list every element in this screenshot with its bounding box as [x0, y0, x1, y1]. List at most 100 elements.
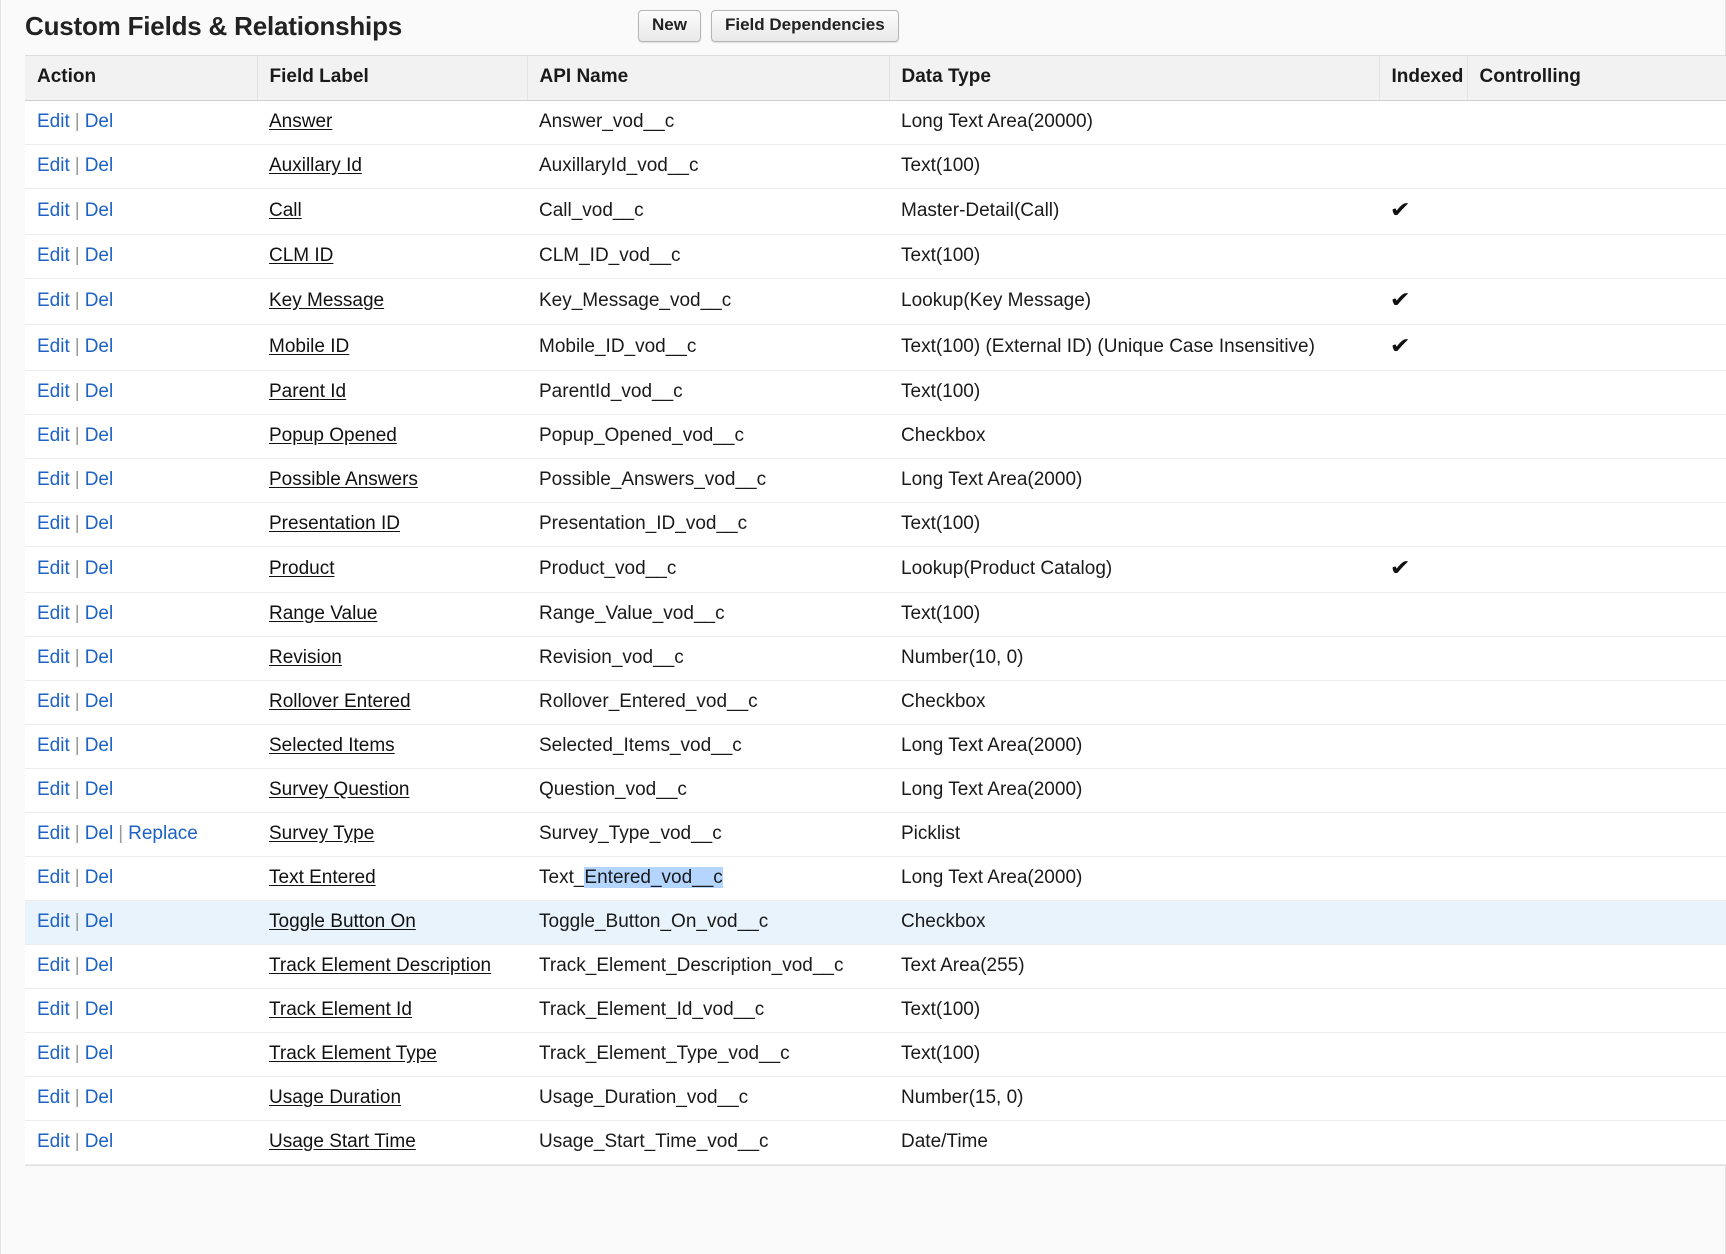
- field-label-link[interactable]: Text Entered: [269, 867, 376, 888]
- replace-link[interactable]: Replace: [128, 823, 198, 844]
- field-label-link[interactable]: Track Element Id: [269, 999, 412, 1020]
- table-row[interactable]: Edit | Del Mobile ID Mobile_ID_vod__c Text(10…: [25, 324, 1726, 371]
- delete-link[interactable]: Del: [85, 111, 114, 132]
- table-row[interactable]: Edit | Del Revision Revision_vod__c Number(10…: [25, 636, 1726, 681]
- table-row[interactable]: Edit | Del Selected Items Selected_Items_vod…: [25, 724, 1726, 769]
- table-row[interactable]: Edit | Del Track Element Id Track_Element_Id…: [25, 988, 1726, 1033]
- delete-link[interactable]: Del: [85, 955, 114, 976]
- field-label-link[interactable]: Survey Type: [269, 823, 374, 844]
- table-row[interactable]: Edit | Del Rollover Entered Rollover_Entered…: [25, 680, 1726, 725]
- field-label-link[interactable]: Rollover Entered: [269, 691, 411, 712]
- edit-link[interactable]: Edit: [37, 779, 70, 800]
- field-label-link[interactable]: Parent Id: [269, 381, 346, 402]
- field-label-link[interactable]: Track Element Type: [269, 1043, 437, 1064]
- delete-link[interactable]: Del: [85, 381, 114, 402]
- field-label-link[interactable]: Product: [269, 558, 334, 579]
- field-label-link[interactable]: Survey Question: [269, 779, 409, 800]
- delete-link[interactable]: Del: [85, 867, 114, 888]
- table-row[interactable]: Edit | Del Auxillary Id AuxillaryId_vod__c Te…: [25, 144, 1726, 189]
- edit-link[interactable]: Edit: [37, 200, 70, 221]
- delete-link[interactable]: Del: [85, 1043, 114, 1064]
- delete-link[interactable]: Del: [85, 336, 114, 357]
- field-label-link[interactable]: Selected Items: [269, 735, 395, 756]
- edit-link[interactable]: Edit: [37, 290, 70, 311]
- column-header-field-label[interactable]: Field Label: [257, 56, 528, 101]
- delete-link[interactable]: Del: [85, 603, 114, 624]
- column-header-action[interactable]: Action: [25, 56, 258, 101]
- table-row[interactable]: Edit | Del Toggle Button On Toggle_Button_On…: [25, 900, 1726, 945]
- table-row[interactable]: Edit | Del Product Product_vod__c Lookup(Prod…: [25, 546, 1726, 593]
- delete-link[interactable]: Del: [85, 469, 114, 490]
- table-row[interactable]: Edit | Del Call Call_vod__c Master-Detail(Cal…: [25, 188, 1726, 235]
- delete-link[interactable]: Del: [85, 290, 114, 311]
- field-label-link[interactable]: Key Message: [269, 290, 384, 311]
- edit-link[interactable]: Edit: [37, 1043, 70, 1064]
- edit-link[interactable]: Edit: [37, 911, 70, 932]
- delete-link[interactable]: Del: [85, 425, 114, 446]
- table-row[interactable]: Edit | Del Usage Start Time Usage_Start_Time…: [25, 1120, 1726, 1165]
- column-header-indexed[interactable]: Indexed: [1379, 56, 1468, 101]
- field-label-link[interactable]: Usage Start Time: [269, 1131, 416, 1152]
- field-label-link[interactable]: Mobile ID: [269, 336, 349, 357]
- edit-link[interactable]: Edit: [37, 336, 70, 357]
- delete-link[interactable]: Del: [85, 735, 114, 756]
- delete-link[interactable]: Del: [85, 245, 114, 266]
- delete-link[interactable]: Del: [85, 513, 114, 534]
- edit-link[interactable]: Edit: [37, 425, 70, 446]
- edit-link[interactable]: Edit: [37, 603, 70, 624]
- delete-link[interactable]: Del: [85, 999, 114, 1020]
- edit-link[interactable]: Edit: [37, 1131, 70, 1152]
- edit-link[interactable]: Edit: [37, 469, 70, 490]
- table-row[interactable]: Edit | Del Text Entered Text_Entered_vod__c L…: [25, 856, 1726, 901]
- edit-link[interactable]: Edit: [37, 867, 70, 888]
- table-row[interactable]: Edit | Del Track Element Description Track_E…: [25, 944, 1726, 989]
- table-row[interactable]: Edit | Del Key Message Key_Message_vod__c Loo…: [25, 278, 1726, 325]
- field-label-link[interactable]: Range Value: [269, 603, 377, 624]
- table-row[interactable]: Edit | Del CLM ID CLM_ID_vod__c Text(100): [25, 234, 1726, 279]
- edit-link[interactable]: Edit: [37, 955, 70, 976]
- delete-link[interactable]: Del: [85, 647, 114, 668]
- edit-link[interactable]: Edit: [37, 647, 70, 668]
- column-header-api-name[interactable]: API Name: [527, 56, 890, 101]
- delete-link[interactable]: Del: [85, 155, 114, 176]
- delete-link[interactable]: Del: [85, 911, 114, 932]
- edit-link[interactable]: Edit: [37, 155, 70, 176]
- field-label-link[interactable]: Usage Duration: [269, 1087, 401, 1108]
- field-label-link[interactable]: CLM ID: [269, 245, 333, 266]
- table-row[interactable]: Edit | Del Popup Opened Popup_Opened_vod__c C…: [25, 414, 1726, 459]
- table-row[interactable]: Edit | Del Presentation ID Presentation_ID_v…: [25, 502, 1726, 547]
- delete-link[interactable]: Del: [85, 823, 114, 844]
- delete-link[interactable]: Del: [85, 200, 114, 221]
- edit-link[interactable]: Edit: [37, 245, 70, 266]
- table-row[interactable]: Edit | Del Usage Duration Usage_Duration_vod…: [25, 1076, 1726, 1121]
- edit-link[interactable]: Edit: [37, 999, 70, 1020]
- table-row[interactable]: Edit | Del Track Element Type Track_Element_…: [25, 1032, 1726, 1077]
- delete-link[interactable]: Del: [85, 691, 114, 712]
- field-label-link[interactable]: Revision: [269, 647, 342, 668]
- table-row[interactable]: Edit | Del Answer Answer_vod__c Long Text Are…: [25, 100, 1726, 145]
- table-row[interactable]: Edit | Del Survey Question Question_vod__c Lo…: [25, 768, 1726, 813]
- field-label-link[interactable]: Call: [269, 200, 302, 221]
- column-header-controlling[interactable]: Controlling: [1467, 56, 1726, 101]
- table-row[interactable]: Edit | Del Possible Answers Possible_Answers…: [25, 458, 1726, 503]
- delete-link[interactable]: Del: [85, 1131, 114, 1152]
- table-row[interactable]: Edit | Del Range Value Range_Value_vod__c Tex…: [25, 592, 1726, 637]
- delete-link[interactable]: Del: [85, 558, 114, 579]
- field-label-link[interactable]: Track Element Description: [269, 955, 491, 976]
- edit-link[interactable]: Edit: [37, 513, 70, 534]
- field-label-link[interactable]: Toggle Button On: [269, 911, 416, 932]
- delete-link[interactable]: Del: [85, 779, 114, 800]
- new-button[interactable]: New: [638, 10, 701, 42]
- edit-link[interactable]: Edit: [37, 1087, 70, 1108]
- field-label-link[interactable]: Answer: [269, 111, 332, 132]
- edit-link[interactable]: Edit: [37, 691, 70, 712]
- edit-link[interactable]: Edit: [37, 111, 70, 132]
- delete-link[interactable]: Del: [85, 1087, 114, 1108]
- field-dependencies-button[interactable]: Field Dependencies: [711, 10, 899, 42]
- edit-link[interactable]: Edit: [37, 381, 70, 402]
- field-label-link[interactable]: Presentation ID: [269, 513, 400, 534]
- field-label-link[interactable]: Possible Answers: [269, 469, 418, 490]
- column-header-data-type[interactable]: Data Type: [889, 56, 1380, 101]
- table-row[interactable]: Edit | Del Parent Id ParentId_vod__c Text(100…: [25, 370, 1726, 415]
- table-row[interactable]: Edit | Del | Replace Survey Type Survey_Type_v…: [25, 812, 1726, 857]
